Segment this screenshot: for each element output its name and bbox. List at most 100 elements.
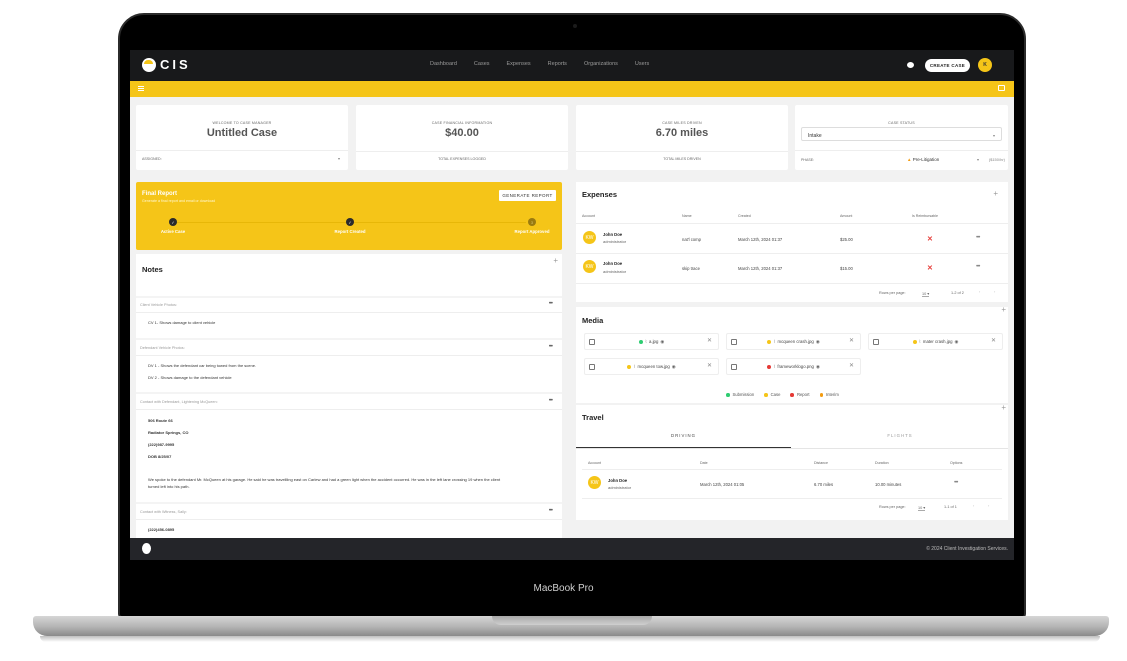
- sub-toolbar: [130, 81, 1014, 97]
- not-reimbursable-x-icon: ✕: [927, 265, 933, 272]
- tab-driving[interactable]: DRIVING: [576, 433, 791, 438]
- hamburger-menu-icon[interactable]: [138, 86, 144, 91]
- rows-per-page-select[interactable]: 10 ▾: [918, 505, 926, 511]
- note-line: (222)987-9995: [148, 442, 175, 447]
- travel-distance: 6.70 miles: [814, 482, 834, 487]
- tab-flights[interactable]: FLIGHTS: [792, 433, 1008, 438]
- file-name: mcqueen crash.jpg: [777, 339, 814, 344]
- media-file-item[interactable]: ⌇ mcqueen tow.jpg ◉ ✕: [584, 358, 719, 375]
- prev-page-icon[interactable]: ‹: [979, 290, 980, 294]
- nav-organizations[interactable]: Organizations: [584, 61, 618, 67]
- media-card: Media + ⌇ a.jpg ◉ ✕ ⌇ mcqueen crash.jpg ◉ ✕ …: [576, 305, 1008, 403]
- row-options-icon[interactable]: •••: [976, 235, 980, 241]
- remove-x-icon[interactable]: ✕: [991, 337, 996, 344]
- phase-chevron-down-icon[interactable]: ▾: [977, 157, 979, 162]
- column-header[interactable]: Options: [950, 461, 962, 465]
- logo-text: CIS: [160, 57, 191, 72]
- pagination-range: 1-1 of 1: [944, 505, 957, 509]
- row-options-icon[interactable]: •••: [976, 264, 980, 270]
- phase-select[interactable]: ▲ Pre-Litigation: [907, 157, 939, 162]
- nav-cases[interactable]: Cases: [474, 61, 490, 67]
- column-header[interactable]: Date: [700, 461, 708, 465]
- row-options-icon[interactable]: •••: [954, 480, 958, 486]
- paperclip-icon: ⌇: [773, 364, 776, 369]
- add-note-plus-icon[interactable]: +: [553, 256, 558, 265]
- nav-reports[interactable]: Reports: [548, 61, 567, 67]
- note-header: Client Vehicle Photos: •••: [136, 299, 562, 313]
- eye-icon[interactable]: ◉: [660, 339, 664, 344]
- financial-label: Case Financial Information: [431, 121, 493, 125]
- add-travel-plus-icon[interactable]: +: [1001, 403, 1006, 412]
- rows-per-page-value: 10: [918, 506, 923, 510]
- nav-dashboard[interactable]: Dashboard: [430, 61, 457, 67]
- eye-icon[interactable]: ◉: [816, 339, 820, 344]
- generate-report-button[interactable]: GENERATE REPORT: [499, 190, 556, 201]
- add-expense-plus-icon[interactable]: +: [993, 189, 998, 198]
- media-file-item[interactable]: ⌇ a.jpg ◉ ✕: [584, 333, 719, 350]
- divider: [576, 283, 1008, 284]
- divider: [136, 150, 348, 151]
- column-header[interactable]: Is Reimbursable: [912, 214, 938, 218]
- prev-page-icon[interactable]: ‹: [973, 504, 974, 508]
- chat-icon[interactable]: [907, 62, 914, 68]
- final-report-card: Final Report Generate a final report and…: [136, 182, 562, 250]
- nav-users[interactable]: Users: [635, 61, 649, 67]
- media-file-item[interactable]: ⌇ mater crash.jpg ◉ ✕: [868, 333, 1003, 350]
- eye-icon[interactable]: ◉: [816, 364, 820, 369]
- more-options-icon[interactable]: •••: [549, 301, 553, 307]
- more-options-icon[interactable]: •••: [549, 344, 553, 350]
- create-case-button[interactable]: CREATE CASE: [925, 59, 970, 72]
- user-avatar[interactable]: K: [978, 58, 992, 72]
- nav-expenses[interactable]: Expenses: [507, 61, 531, 67]
- divider: [136, 338, 562, 340]
- media-file-item[interactable]: ⌇ mcqueen crash.jpg ◉ ✕: [726, 333, 861, 350]
- column-header[interactable]: Amount: [840, 214, 852, 218]
- step-report-created: ✓ Report Created: [315, 218, 385, 234]
- rows-per-page-select[interactable]: 10 ▾: [922, 291, 930, 297]
- status-dot: [912, 339, 917, 344]
- messages-icon[interactable]: [998, 85, 1005, 91]
- more-options-icon[interactable]: •••: [549, 508, 553, 514]
- remove-x-icon[interactable]: ✕: [707, 362, 712, 369]
- media-file-item[interactable]: ⌇ frameworklogo.png ◉ ✕: [726, 358, 861, 375]
- next-page-icon[interactable]: ›: [994, 290, 995, 294]
- divider: [356, 151, 568, 152]
- next-page-icon[interactable]: ›: [988, 504, 989, 508]
- remove-x-icon[interactable]: ✕: [707, 337, 712, 344]
- assigned-dropdown-caret-icon[interactable]: ▾: [338, 156, 340, 161]
- step-label: Report Created: [334, 229, 366, 234]
- paperclip-icon: ⌇: [918, 339, 921, 344]
- case-status-select[interactable]: Intake ▾: [801, 127, 1002, 141]
- note-line: CV 1- Shows damage to client vehicle: [148, 320, 216, 325]
- account-name: John Doe: [603, 261, 623, 266]
- note-line: We spoke to the defendant Mr. McQueen at…: [148, 477, 501, 482]
- miles-value: 6.70 miles: [655, 127, 709, 139]
- column-header[interactable]: Duration: [875, 461, 889, 465]
- phase-label: Phase:: [801, 158, 815, 162]
- column-header[interactable]: Created: [738, 214, 751, 218]
- remove-x-icon[interactable]: ✕: [849, 337, 854, 344]
- expenses-card: Expenses + Account Name Created Amount I…: [576, 182, 1008, 302]
- eye-icon[interactable]: ◉: [954, 339, 958, 344]
- check-icon: ✓: [346, 218, 354, 226]
- not-reimbursable-x-icon: ✕: [927, 236, 933, 243]
- remove-x-icon[interactable]: ✕: [849, 362, 854, 369]
- travel-date: March 12th, 2024 01:05: [700, 482, 745, 487]
- laptop-notch: [492, 616, 652, 625]
- divider: [576, 253, 1008, 254]
- note-header: Defendant Vehicle Photos: •••: [136, 342, 562, 356]
- more-options-icon[interactable]: •••: [549, 398, 553, 404]
- column-header[interactable]: Account: [588, 461, 601, 465]
- note-line: (222)456-0895: [148, 527, 175, 532]
- file-name: mater crash.jpg: [922, 339, 953, 344]
- eye-icon[interactable]: ◉: [672, 364, 676, 369]
- column-header[interactable]: Account: [582, 214, 595, 218]
- add-media-plus-icon[interactable]: +: [1001, 305, 1006, 314]
- column-header[interactable]: Name: [682, 214, 692, 218]
- media-title: Media: [582, 316, 604, 325]
- logo[interactable]: CIS: [142, 57, 191, 72]
- step-number-icon: 3: [528, 218, 536, 226]
- miles-foot: Total Miles Driven: [663, 157, 701, 161]
- column-header[interactable]: Distance: [814, 461, 828, 465]
- note-heading: Contact with Defendant, Lightening McQue…: [140, 400, 218, 404]
